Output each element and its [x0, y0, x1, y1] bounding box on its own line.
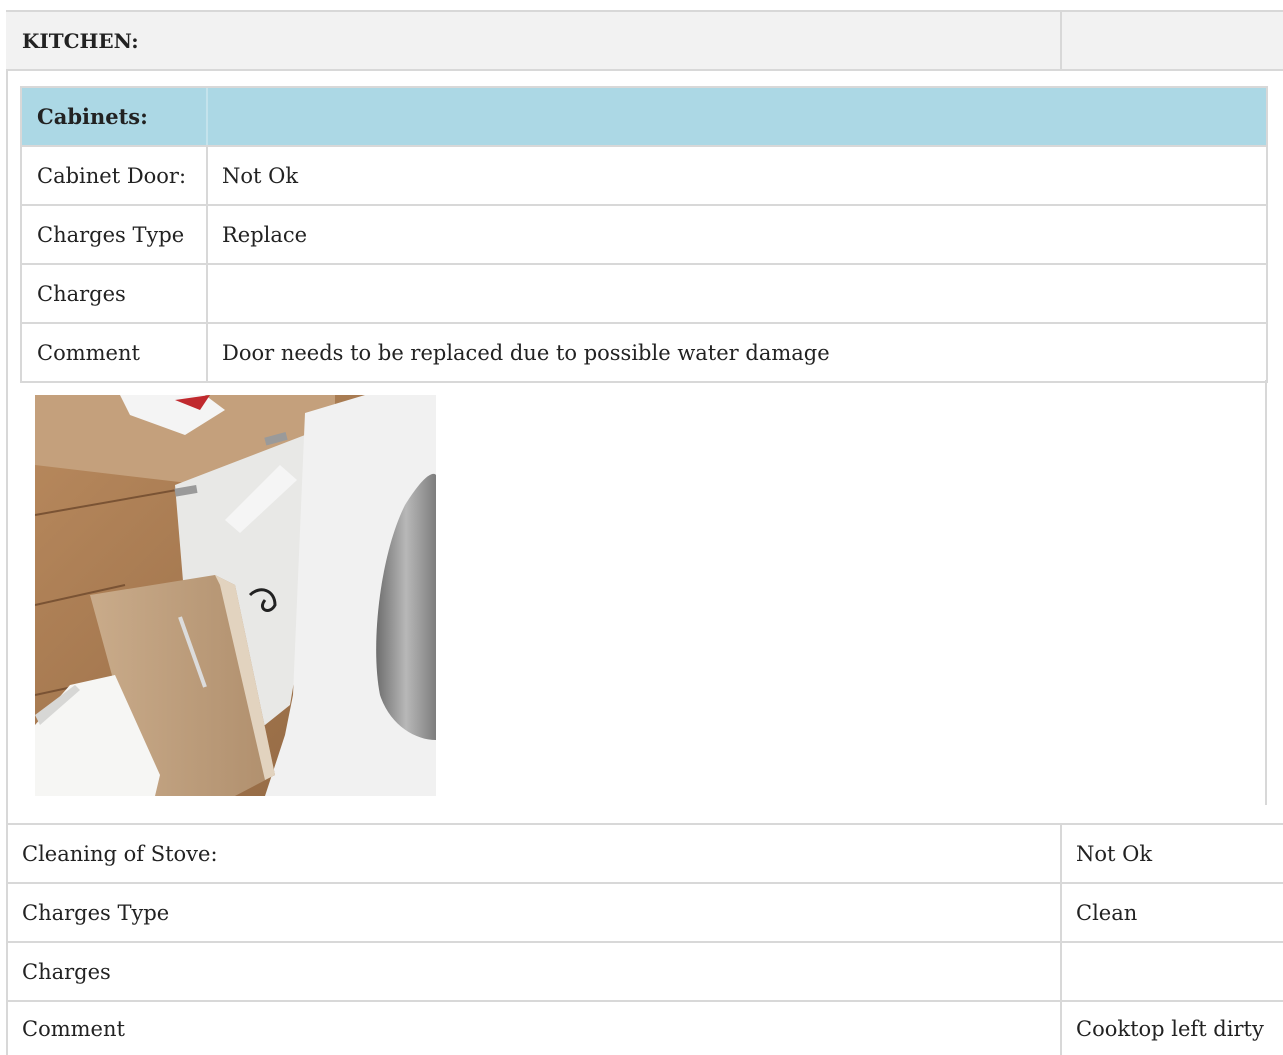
cabinets-table: Cabinets: Cabinet Door: Not Ok Charges T…	[20, 86, 1268, 383]
row-label: Cabinet Door:	[37, 163, 187, 188]
cabinets-header-value	[208, 88, 1266, 145]
row-label: Charges	[37, 281, 126, 306]
row-value: Not Ok	[222, 163, 299, 188]
table-row: Comment Door needs to be replaced due to…	[22, 324, 1266, 383]
frame-line	[1265, 380, 1267, 805]
row-label: Cleaning of Stove:	[22, 841, 218, 866]
table-row: Cabinet Door: Not Ok	[22, 147, 1266, 206]
row-value: Door needs to be replaced due to possibl…	[222, 340, 830, 365]
row-label: Charges Type	[22, 900, 170, 925]
cabinets-header-row: Cabinets:	[22, 88, 1266, 147]
table-row: Charges	[6, 943, 1283, 1002]
row-value	[208, 265, 1266, 322]
kitchen-value	[1062, 12, 1283, 69]
table-row: Charges Type Replace	[22, 206, 1266, 265]
row-label: Charges Type	[37, 222, 185, 247]
row-value	[1062, 943, 1283, 1000]
row-value: Not Ok	[1076, 841, 1153, 866]
row-value: Replace	[222, 222, 308, 247]
kitchen-title: KITCHEN:	[22, 28, 139, 53]
row-label: Charges	[22, 959, 111, 984]
table-row: Cleaning of Stove: Not Ok	[6, 823, 1283, 884]
table-row: Comment Cooktop left dirty	[6, 1002, 1283, 1055]
row-label: Comment	[22, 1016, 125, 1041]
row-value: Clean	[1076, 900, 1138, 925]
kitchen-header-row: KITCHEN:	[6, 10, 1283, 71]
row-value: Cooktop left dirty	[1076, 1016, 1264, 1041]
table-row: Charges	[22, 265, 1266, 324]
cabinets-title: Cabinets:	[37, 104, 148, 129]
cabinet-door-photo[interactable]	[35, 395, 436, 796]
row-label: Comment	[37, 340, 140, 365]
table-row: Charges Type Clean	[6, 884, 1283, 943]
